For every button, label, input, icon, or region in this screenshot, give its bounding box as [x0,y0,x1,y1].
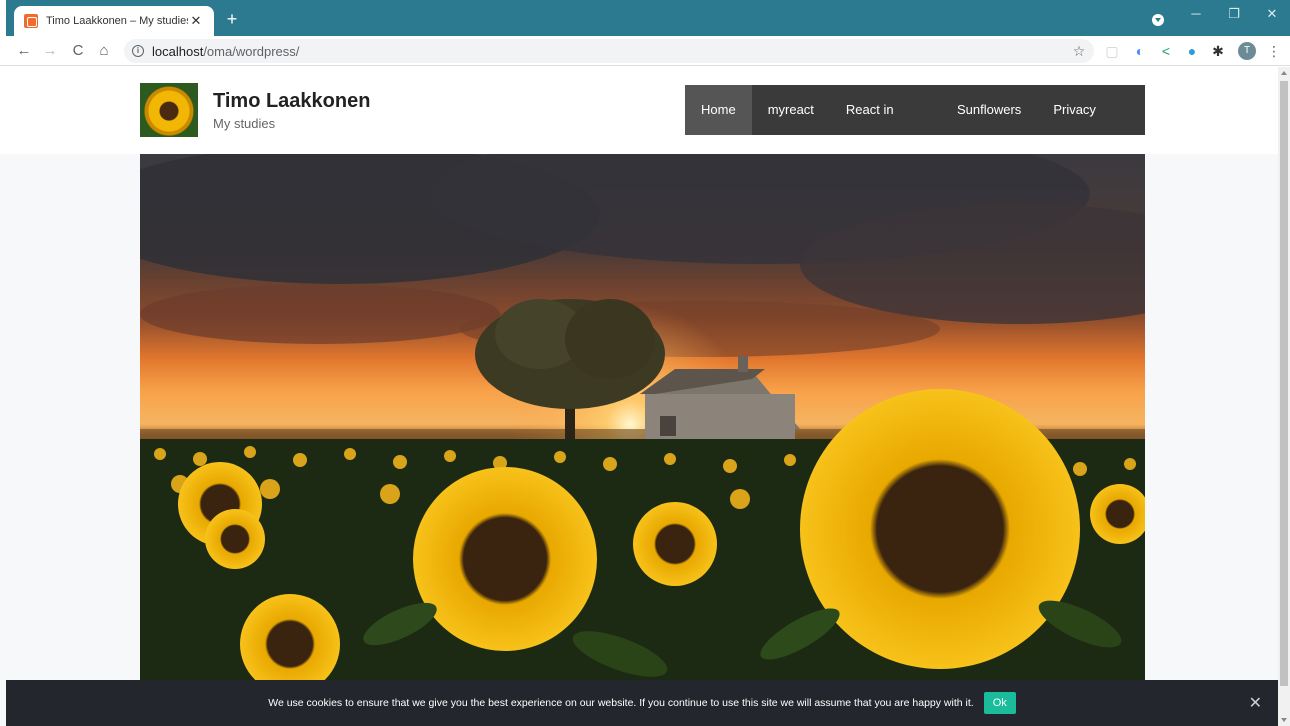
star-icon[interactable]: ☆ [1071,43,1087,59]
address-bar[interactable]: i localhost/oma/wordpress/ [124,39,1094,63]
menu-kebab-icon[interactable]: ⋮ [1266,43,1282,59]
nav-react-in-frame[interactable]: React in frame [830,85,941,167]
url-text: localhost/oma/wordpress/ [152,44,299,59]
info-icon[interactable]: i [132,45,144,57]
cookie-notice-text: We use cookies to ensure that we give yo… [268,697,974,709]
scrollbar-thumb[interactable] [1280,81,1288,686]
browser-toolbar: ← → C ⌂ i localhost/oma/wordpress/ ☆ ▢ ◐… [0,36,1290,66]
browser-tab-bar: Timo Laakkonen – My studies ✕ + ─ ❐ ✕ [0,0,1290,36]
restore-button[interactable]: ❐ [1222,6,1246,22]
hero-scene-illustration [140,154,1145,694]
new-tab-button[interactable]: + [222,9,242,29]
telegram-icon[interactable]: ● [1184,43,1200,59]
browser-tab[interactable]: Timo Laakkonen – My studies ✕ [14,6,214,36]
home-button[interactable]: ⌂ [94,41,114,61]
hero-image-sunflower-field [140,154,1145,694]
close-window-button[interactable]: ✕ [1260,6,1284,22]
puzzle-icon[interactable]: ✱ [1210,43,1226,59]
share-icon[interactable]: < [1158,43,1174,59]
url-path: /oma/wordpress/ [203,43,300,59]
cookie-close-icon[interactable]: ✕ [1249,693,1262,713]
nav-sunflowers[interactable]: Sunflowers [941,85,1037,135]
cookie-ok-button[interactable]: Ok [983,692,1016,714]
cloud-icon[interactable]: ◐ [1132,43,1148,59]
extension-box-icon[interactable]: ▢ [1104,43,1120,59]
tab-close-icon[interactable]: ✕ [188,13,204,29]
scroll-down-icon[interactable] [1281,718,1287,722]
site-description: My studies [213,116,276,131]
nav-home[interactable]: Home [685,85,752,135]
xampp-favicon-icon [24,14,38,28]
minimize-button[interactable]: ─ [1184,6,1208,21]
nav-privacy-policy[interactable]: Privacy Policy [1037,85,1145,167]
back-button[interactable]: ← [14,41,34,61]
scroll-up-icon[interactable] [1281,71,1287,75]
site-header: Timo Laakkonen My studies Home myreact R… [0,67,1278,167]
url-host: localhost [152,43,204,59]
site-title[interactable]: Timo Laakkonen [213,90,370,113]
profile-menu-icon[interactable] [1152,14,1164,26]
site-logo-sunflower[interactable] [140,83,198,137]
web-page: Timo Laakkonen My studies Home myreact R… [0,67,1278,726]
tab-title: Timo Laakkonen – My studies [46,15,188,27]
forward-button[interactable]: → [40,41,60,61]
cookie-notice-bar: We use cookies to ensure that we give yo… [6,680,1278,726]
tab-bar-edge [0,0,6,36]
main-navigation: Home myreact React in frame Sunflowers P… [685,85,1145,167]
profile-avatar[interactable]: T [1238,42,1256,60]
page-scrollbar[interactable] [1278,67,1290,726]
reload-button[interactable]: C [68,41,88,61]
nav-myreact[interactable]: myreact [752,85,830,135]
